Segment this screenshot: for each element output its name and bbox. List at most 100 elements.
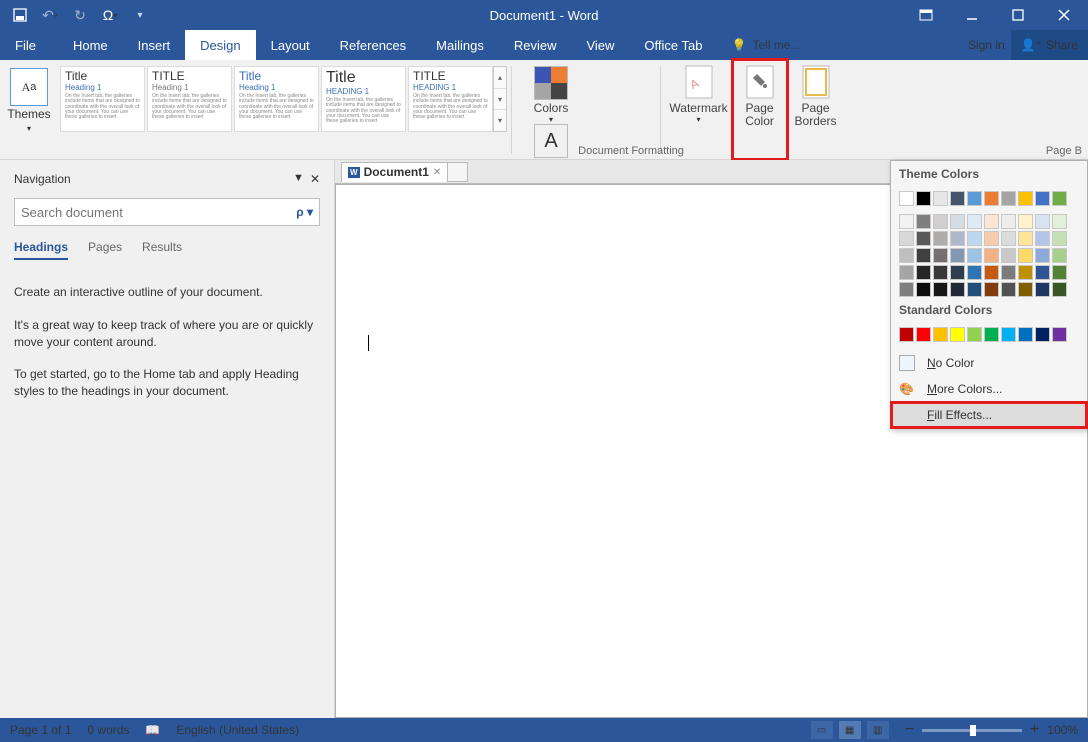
tab-home[interactable]: Home bbox=[58, 30, 123, 60]
style-swatch[interactable]: TitleHeading 1On the Insert tab, the gal… bbox=[234, 66, 319, 132]
theme-color-swatch[interactable] bbox=[1018, 282, 1033, 297]
more-colors-item[interactable]: 🎨More Colors... bbox=[891, 376, 1087, 402]
theme-color-swatch[interactable] bbox=[1052, 214, 1067, 229]
navtab-headings[interactable]: Headings bbox=[14, 240, 68, 260]
tab-close-icon[interactable]: ✕ bbox=[433, 167, 441, 178]
theme-color-swatch[interactable] bbox=[984, 248, 999, 263]
theme-color-swatch[interactable] bbox=[916, 231, 931, 246]
tell-me-search[interactable]: 💡Tell me... bbox=[731, 30, 800, 60]
theme-color-swatch[interactable] bbox=[899, 231, 914, 246]
maximize-icon[interactable] bbox=[1004, 3, 1032, 27]
theme-color-swatch[interactable] bbox=[967, 248, 982, 263]
theme-color-swatch[interactable] bbox=[933, 231, 948, 246]
tab-mailings[interactable]: Mailings bbox=[421, 30, 499, 60]
style-swatch[interactable]: TITLEHEADING 1On the Insert tab, the gal… bbox=[408, 66, 493, 132]
minimize-icon[interactable] bbox=[958, 3, 986, 27]
theme-color-swatch[interactable] bbox=[1052, 231, 1067, 246]
fill-effects-item[interactable]: Fill Effects... bbox=[891, 402, 1087, 428]
theme-color-swatch[interactable] bbox=[1035, 191, 1050, 206]
standard-color-swatch[interactable] bbox=[1052, 327, 1067, 342]
theme-color-swatch[interactable] bbox=[899, 248, 914, 263]
theme-color-swatch[interactable] bbox=[899, 265, 914, 280]
theme-color-swatch[interactable] bbox=[916, 248, 931, 263]
theme-color-swatch[interactable] bbox=[984, 282, 999, 297]
spellcheck-icon[interactable]: 📖 bbox=[145, 723, 160, 737]
theme-color-swatch[interactable] bbox=[1018, 191, 1033, 206]
no-color-item[interactable]: No Color bbox=[891, 350, 1087, 376]
zoom-slider[interactable] bbox=[922, 729, 1022, 732]
theme-color-swatch[interactable] bbox=[933, 248, 948, 263]
theme-color-swatch[interactable] bbox=[1018, 231, 1033, 246]
tab-review[interactable]: Review bbox=[499, 30, 572, 60]
zoom-level[interactable]: 100% bbox=[1047, 723, 1078, 737]
theme-color-swatch[interactable] bbox=[933, 282, 948, 297]
navigation-search[interactable]: ρ ▾ bbox=[14, 198, 320, 226]
theme-color-swatch[interactable] bbox=[984, 214, 999, 229]
theme-color-swatch[interactable] bbox=[916, 265, 931, 280]
tab-view[interactable]: View bbox=[571, 30, 629, 60]
theme-color-swatch[interactable] bbox=[967, 265, 982, 280]
style-swatch[interactable]: TitleHEADING 1On the Insert tab, the gal… bbox=[321, 66, 406, 132]
search-input[interactable] bbox=[21, 205, 296, 220]
theme-color-swatch[interactable] bbox=[916, 214, 931, 229]
standard-color-swatch[interactable] bbox=[899, 327, 914, 342]
page-borders-button[interactable]: Page Borders bbox=[787, 60, 845, 159]
theme-color-swatch[interactable] bbox=[950, 265, 965, 280]
share-button[interactable]: 👤⁺Share bbox=[1011, 30, 1088, 60]
theme-color-swatch[interactable] bbox=[950, 282, 965, 297]
tab-officetab[interactable]: Office Tab bbox=[629, 30, 717, 60]
print-layout-icon[interactable]: ▦ bbox=[839, 721, 861, 739]
theme-color-swatch[interactable] bbox=[1052, 265, 1067, 280]
navpane-dropdown-icon[interactable]: ▼ bbox=[293, 172, 304, 186]
style-swatch[interactable]: TITLEHeading 1On the Insert tab, the gal… bbox=[147, 66, 232, 132]
theme-color-swatch[interactable] bbox=[933, 214, 948, 229]
search-icon[interactable]: ρ ▾ bbox=[296, 205, 313, 219]
standard-color-swatch[interactable] bbox=[916, 327, 931, 342]
standard-color-swatch[interactable] bbox=[967, 327, 982, 342]
theme-color-swatch[interactable] bbox=[1001, 231, 1016, 246]
redo-icon[interactable]: ↻ bbox=[72, 7, 88, 23]
theme-color-swatch[interactable] bbox=[984, 265, 999, 280]
theme-color-swatch[interactable] bbox=[950, 231, 965, 246]
style-gallery[interactable]: TitleHeading 1On the Insert tab, the gal… bbox=[58, 60, 493, 132]
theme-color-swatch[interactable] bbox=[967, 214, 982, 229]
theme-color-swatch[interactable] bbox=[1018, 248, 1033, 263]
theme-color-swatch[interactable] bbox=[1035, 248, 1050, 263]
theme-color-swatch[interactable] bbox=[967, 282, 982, 297]
theme-color-swatch[interactable] bbox=[1001, 214, 1016, 229]
navtab-results[interactable]: Results bbox=[142, 240, 182, 260]
theme-color-swatch[interactable] bbox=[950, 248, 965, 263]
tab-references[interactable]: References bbox=[325, 30, 421, 60]
theme-color-swatch[interactable] bbox=[1001, 248, 1016, 263]
read-mode-icon[interactable]: ▭ bbox=[811, 721, 833, 739]
theme-color-swatch[interactable] bbox=[967, 191, 982, 206]
gallery-scroll[interactable]: ▴▾▾ bbox=[493, 66, 507, 132]
undo-icon[interactable]: ↶▾ bbox=[42, 7, 58, 23]
theme-color-swatch[interactable] bbox=[1001, 191, 1016, 206]
new-tab-button[interactable] bbox=[448, 162, 468, 182]
theme-color-swatch[interactable] bbox=[1001, 265, 1016, 280]
theme-color-swatch[interactable] bbox=[1052, 248, 1067, 263]
theme-color-swatch[interactable] bbox=[899, 191, 914, 206]
navtab-pages[interactable]: Pages bbox=[88, 240, 122, 260]
word-count[interactable]: 0 words bbox=[87, 723, 129, 737]
tab-insert[interactable]: Insert bbox=[123, 30, 186, 60]
web-layout-icon[interactable]: ▥ bbox=[867, 721, 889, 739]
standard-color-swatch[interactable] bbox=[933, 327, 948, 342]
colors-button[interactable]: Colors▾ bbox=[526, 66, 576, 124]
document-tab[interactable]: W Document1 ✕ bbox=[341, 162, 448, 182]
theme-color-swatch[interactable] bbox=[899, 282, 914, 297]
theme-color-swatch[interactable] bbox=[916, 282, 931, 297]
symbol-icon[interactable]: Ω▾ bbox=[102, 7, 118, 23]
theme-color-swatch[interactable] bbox=[1018, 214, 1033, 229]
theme-color-swatch[interactable] bbox=[1035, 265, 1050, 280]
theme-color-swatch[interactable] bbox=[967, 231, 982, 246]
theme-color-swatch[interactable] bbox=[1035, 282, 1050, 297]
save-icon[interactable] bbox=[12, 7, 28, 23]
theme-color-swatch[interactable] bbox=[899, 214, 914, 229]
tab-file[interactable]: File bbox=[0, 30, 58, 60]
themes-button[interactable]: Aa Themes▾ bbox=[0, 60, 58, 159]
theme-color-swatch[interactable] bbox=[984, 231, 999, 246]
tab-design[interactable]: Design bbox=[185, 30, 255, 60]
page-status[interactable]: Page 1 of 1 bbox=[10, 723, 71, 737]
